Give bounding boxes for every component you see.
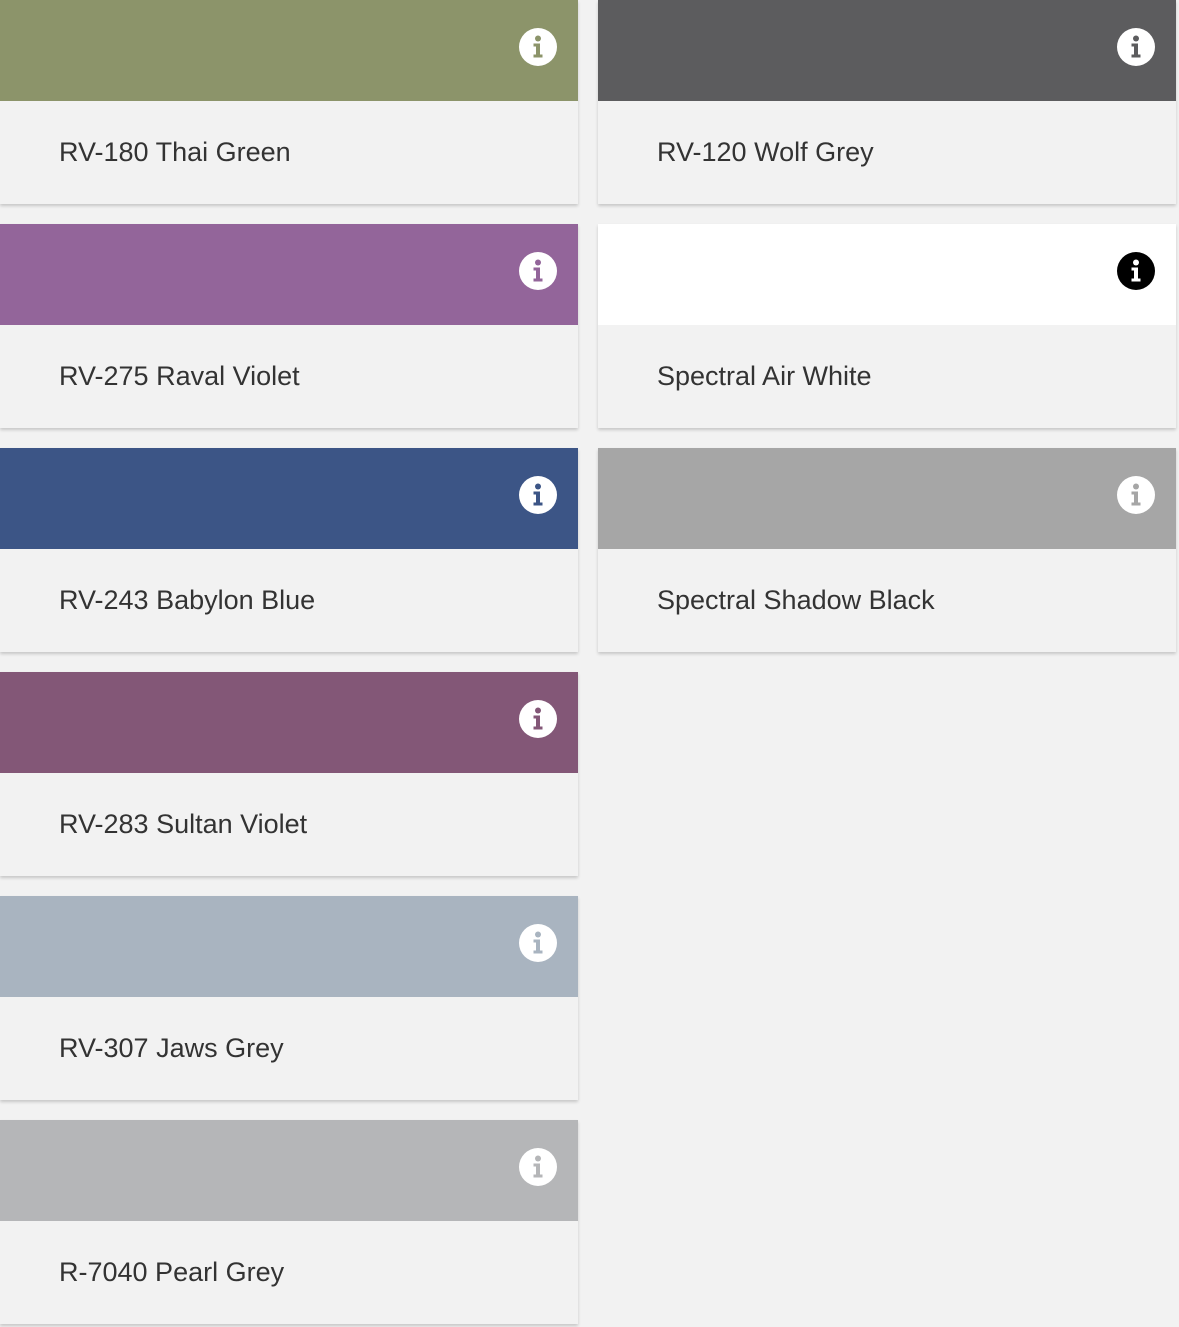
swatch-card[interactable]: RV-120 Wolf Grey	[598, 0, 1176, 204]
swatch-name: RV-283 Sultan Violet	[59, 809, 308, 839]
swatch-column-right: RV-120 Wolf Grey Spectral Air White Spec…	[598, 0, 1176, 672]
swatch-card[interactable]: Spectral Shadow Black	[598, 448, 1176, 652]
swatch-name: RV-180 Thai Green	[59, 137, 291, 167]
color-swatch[interactable]	[598, 448, 1176, 549]
info-icon[interactable]	[519, 28, 557, 66]
swatch-name: Spectral Shadow Black	[657, 585, 935, 615]
info-icon[interactable]	[519, 924, 557, 962]
swatch-card[interactable]: RV-243 Babylon Blue	[0, 448, 578, 652]
info-icon[interactable]	[519, 1148, 557, 1186]
swatch-card[interactable]: R-7040 Pearl Grey	[0, 1120, 578, 1324]
color-swatch[interactable]	[0, 448, 578, 549]
swatch-card[interactable]: RV-275 Raval Violet	[0, 224, 578, 428]
info-icon[interactable]	[1117, 28, 1155, 66]
swatch-name: R-7040 Pearl Grey	[59, 1257, 285, 1287]
swatch-name: RV-120 Wolf Grey	[657, 137, 874, 167]
swatch-column-left: RV-180 Thai Green RV-275 Raval Violet RV…	[0, 0, 578, 1327]
color-swatch[interactable]	[0, 896, 578, 997]
info-icon[interactable]	[1117, 252, 1155, 290]
info-icon[interactable]	[519, 700, 557, 738]
swatch-card[interactable]: RV-307 Jaws Grey	[0, 896, 578, 1100]
info-icon[interactable]	[1117, 476, 1155, 514]
color-swatch[interactable]	[0, 1120, 578, 1221]
swatch-name: RV-275 Raval Violet	[59, 361, 300, 391]
swatch-name: RV-307 Jaws Grey	[59, 1033, 284, 1063]
color-swatch[interactable]	[598, 224, 1176, 325]
swatch-card[interactable]: Spectral Air White	[598, 224, 1176, 428]
info-icon[interactable]	[519, 252, 557, 290]
color-swatch[interactable]	[0, 224, 578, 325]
swatch-grid: RV-180 Thai Green RV-275 Raval Violet RV…	[0, 0, 1179, 1327]
color-swatch[interactable]	[0, 0, 578, 101]
color-swatch[interactable]	[598, 0, 1176, 101]
swatch-card[interactable]: RV-283 Sultan Violet	[0, 672, 578, 876]
info-icon[interactable]	[519, 476, 557, 514]
swatch-name: RV-243 Babylon Blue	[59, 585, 316, 615]
color-swatch[interactable]	[0, 672, 578, 773]
swatch-name: Spectral Air White	[657, 361, 872, 391]
swatch-card[interactable]: RV-180 Thai Green	[0, 0, 578, 204]
